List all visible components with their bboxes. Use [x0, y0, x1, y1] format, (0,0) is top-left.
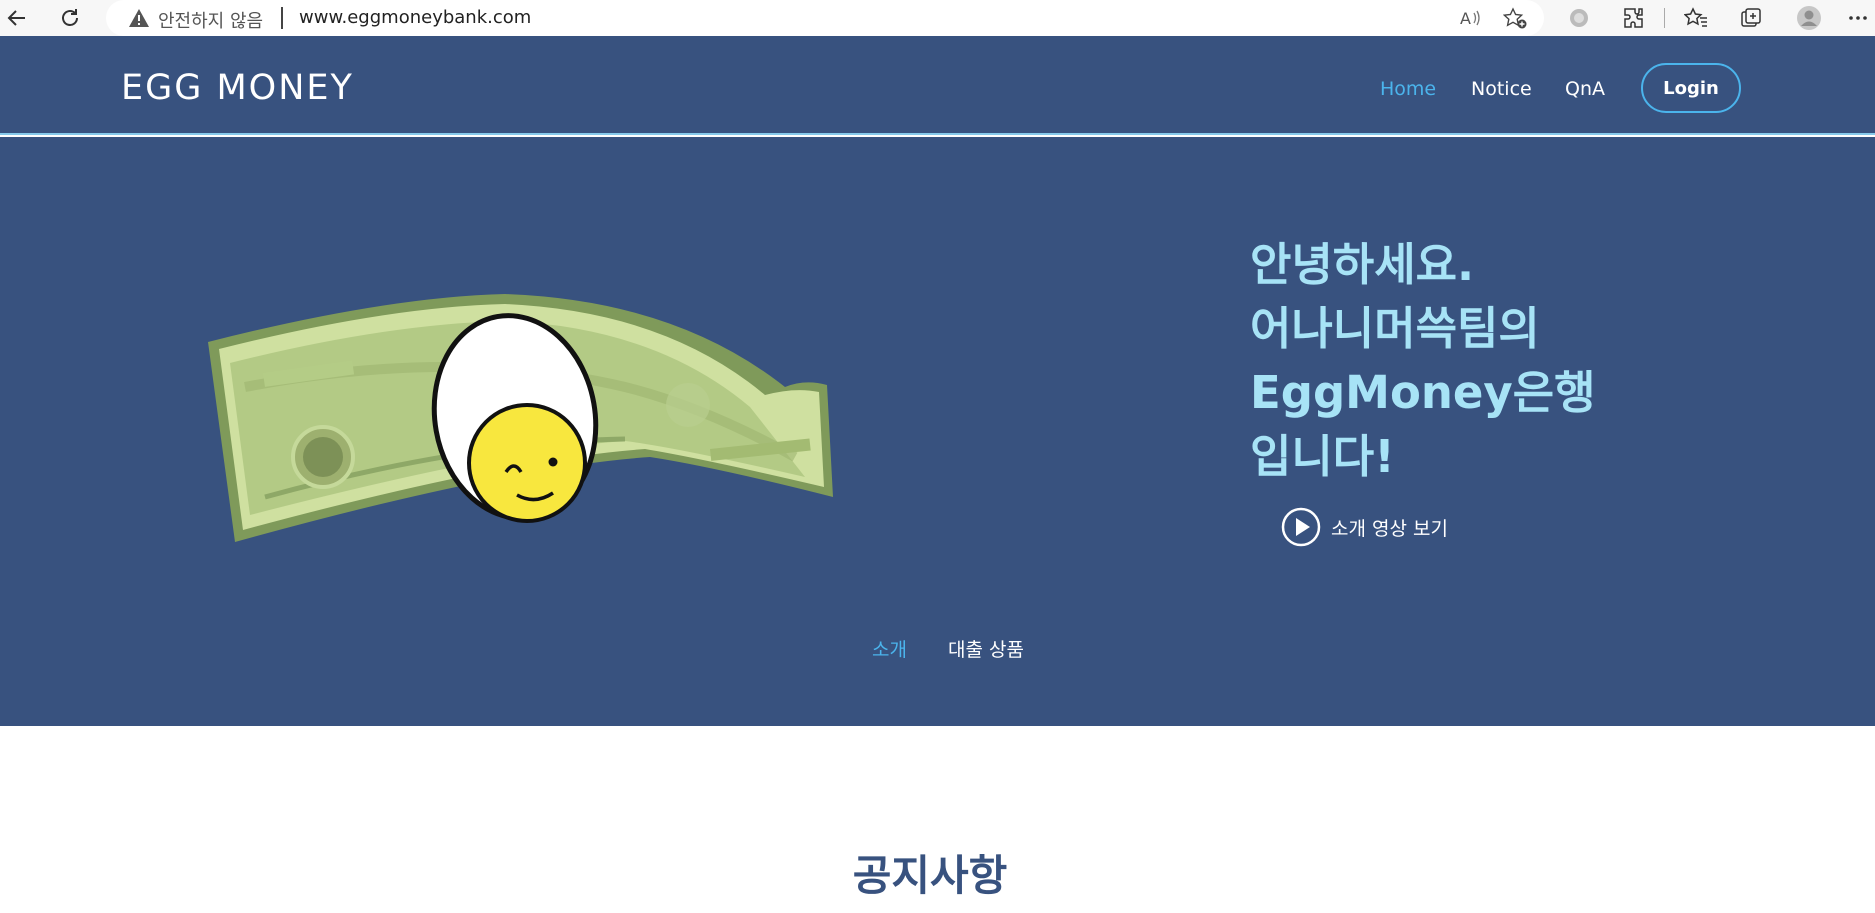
hero-section: 안녕하세요. 어나니머쓱팀의 EggMoney은행 입니다! 소개 영상 보기 …: [0, 137, 1875, 726]
tab-intro[interactable]: 소개: [872, 635, 907, 662]
refresh-icon[interactable]: [56, 4, 84, 32]
login-button[interactable]: Login: [1641, 63, 1741, 113]
toolbar-divider: [1664, 8, 1665, 28]
address-bar[interactable]: 안전하지 않음 www.eggmoneybank.com A: [106, 0, 1544, 36]
browser-toolbar: 안전하지 않음 www.eggmoneybank.com A: [0, 0, 1875, 36]
money-egg-illustration: [205, 227, 835, 561]
hero-heading-line: EggMoney은행: [1250, 366, 1596, 419]
svg-text:A: A: [1460, 9, 1471, 28]
play-circle-icon[interactable]: [1281, 507, 1321, 547]
collections-icon[interactable]: [1737, 4, 1765, 32]
hero-heading-line: 입니다!: [1250, 430, 1395, 483]
address-divider: [281, 7, 283, 29]
intro-video-link[interactable]: 소개 영상 보기: [1281, 507, 1448, 547]
read-aloud-icon[interactable]: A: [1458, 5, 1484, 31]
tab-loan-products[interactable]: 대출 상품: [948, 635, 1024, 662]
nav-home-link[interactable]: Home: [1380, 78, 1436, 100]
extensions-icon[interactable]: [1620, 4, 1648, 32]
back-arrow-icon[interactable]: [3, 4, 31, 32]
security-status-text[interactable]: 안전하지 않음: [158, 7, 263, 33]
hero-heading-line: 안녕하세요.: [1250, 238, 1475, 291]
url-text[interactable]: www.eggmoneybank.com: [299, 7, 531, 28]
nav-qna-link[interactable]: QnA: [1565, 78, 1605, 100]
profile-avatar-icon[interactable]: [1795, 4, 1823, 32]
more-menu-icon[interactable]: [1844, 4, 1872, 32]
hero-heading-line: 어나니머쓱팀의: [1250, 302, 1540, 355]
intro-video-label[interactable]: 소개 영상 보기: [1331, 514, 1448, 541]
site-logo[interactable]: EGG MONEY: [121, 68, 354, 108]
site-header: EGG MONEY Home Notice QnA Login: [0, 36, 1875, 135]
hero-heading: 안녕하세요. 어나니머쓱팀의 EggMoney은행 입니다!: [1250, 233, 1650, 489]
notice-section-title: 공지사항: [852, 851, 1008, 900]
nav-notice-link[interactable]: Notice: [1471, 78, 1532, 100]
add-favorite-icon[interactable]: [1502, 5, 1528, 31]
browser-essentials-icon[interactable]: [1565, 4, 1593, 32]
warning-icon: [128, 8, 150, 32]
favorites-icon[interactable]: [1682, 4, 1710, 32]
